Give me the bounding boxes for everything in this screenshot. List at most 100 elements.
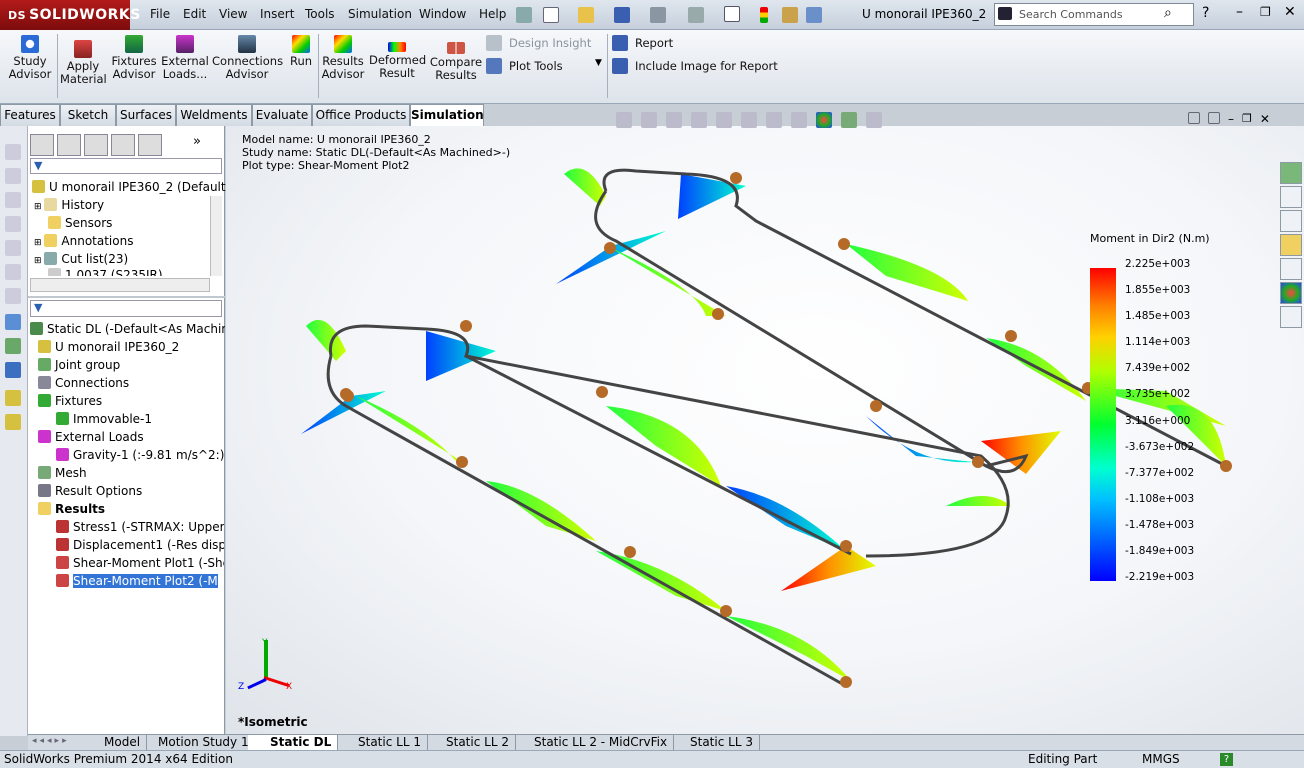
dimxpert-tab-icon[interactable] — [111, 134, 135, 156]
study-tree-item[interactable]: Joint group — [34, 356, 224, 374]
menu-simulation[interactable]: Simulation — [348, 7, 412, 21]
menu-tools[interactable]: Tools — [305, 7, 335, 21]
tree-filter-input[interactable]: ▼ — [30, 158, 222, 174]
tab-motion-study-1[interactable]: Motion Study 1 — [152, 735, 256, 751]
study-tree-item[interactable]: Mesh — [34, 464, 224, 482]
structural-member-icon[interactable] — [5, 414, 21, 430]
design-insight-button[interactable]: Design Insight — [509, 36, 591, 50]
tab-simulation[interactable]: Simulation — [410, 104, 484, 126]
display-manager-tab-icon[interactable] — [138, 134, 162, 156]
apply-material-button[interactable]: Apply Material — [60, 40, 107, 86]
configurationmanager-tab-icon[interactable] — [84, 134, 108, 156]
scene-icon[interactable] — [5, 264, 21, 280]
options-icon[interactable] — [806, 7, 822, 23]
solidworks-resources-icon[interactable] — [1280, 162, 1302, 184]
view-settings-icon[interactable] — [5, 288, 21, 304]
tree-item-material[interactable]: 1.0037 (S235JR) — [48, 266, 163, 276]
viewport-split-icon[interactable] — [1208, 112, 1220, 124]
tab-static-ll-1[interactable]: Static LL 1 — [336, 735, 428, 751]
run-button[interactable]: Run — [285, 35, 317, 68]
app-logo[interactable]: DS SOLIDWORKS — [0, 0, 140, 30]
print-icon[interactable] — [650, 7, 666, 23]
tree-vertical-scrollbar[interactable] — [210, 196, 222, 276]
display-style-icon[interactable] — [766, 112, 782, 128]
close-icon[interactable]: ✕ — [1284, 4, 1296, 20]
external-loads-button[interactable]: External Loads... — [160, 35, 210, 81]
new-document-icon[interactable] — [543, 7, 559, 23]
dynamic-annotation-icon[interactable] — [716, 112, 732, 128]
study-tree-item[interactable]: Connections — [34, 374, 224, 392]
expand-panel-icon[interactable]: » — [193, 134, 201, 156]
section-view-icon[interactable] — [5, 168, 21, 184]
tree-item-sensors[interactable]: Sensors — [48, 214, 112, 232]
viewport-close-icon[interactable]: ✕ — [1260, 112, 1270, 126]
connections-advisor-button[interactable]: Connections Advisor — [212, 35, 283, 81]
tab-model[interactable]: Model — [98, 735, 148, 751]
section-view-icon[interactable] — [691, 112, 707, 128]
tree-horizontal-scrollbar[interactable] — [30, 278, 210, 292]
study-tree-item[interactable]: Gravity-1 (:-9.81 m/s^2:) — [34, 446, 224, 464]
tab-static-ll-2-midcrvfix[interactable]: Static LL 2 - MidCrvFix — [512, 735, 675, 751]
study-tree-item[interactable]: Shear-Moment Plot1 (-She — [34, 554, 224, 572]
display-style-icon[interactable] — [5, 192, 21, 208]
units-selector[interactable]: MMGS — [1142, 751, 1180, 768]
study-filter-input[interactable]: ▼ — [30, 300, 222, 317]
tab-scroll-arrows-icon[interactable]: ◂◂◂▸▸ — [32, 736, 70, 746]
plot-tools-button[interactable]: Plot Tools — [509, 59, 563, 73]
minimize-icon[interactable]: – — [1236, 4, 1243, 20]
save-icon[interactable] — [614, 7, 630, 23]
viewport-restore-icon[interactable]: ❐ — [1242, 112, 1252, 126]
part-root-item[interactable]: U monorail IPE360_2 (Default< — [32, 178, 236, 196]
study-tree-item[interactable]: Results — [34, 500, 224, 518]
help-icon[interactable]: ? — [1202, 5, 1209, 21]
plot-tools-dropdown-icon[interactable]: ▼ — [595, 58, 602, 68]
study-tree-item[interactable]: Shear-Moment Plot2 (-M — [34, 572, 224, 590]
appearances-icon[interactable] — [1280, 282, 1302, 304]
edit-appearance-icon[interactable] — [5, 240, 21, 256]
menu-edit[interactable]: Edit — [183, 7, 206, 21]
view-settings-icon[interactable] — [866, 112, 882, 128]
tab-office-products[interactable]: Office Products — [312, 104, 410, 126]
tab-static-ll-3[interactable]: Static LL 3 — [668, 735, 760, 751]
tab-features[interactable]: Features — [0, 104, 60, 126]
hide-show-items-icon[interactable] — [791, 112, 807, 128]
study-tree-item[interactable]: Immovable-1 — [34, 410, 224, 428]
apply-scene-icon[interactable] — [841, 112, 857, 128]
menu-view[interactable]: View — [219, 7, 247, 21]
previous-view-icon[interactable] — [666, 112, 682, 128]
zoom-to-fit-icon[interactable] — [616, 112, 632, 128]
viewport-minimize-icon[interactable]: – — [1228, 112, 1234, 126]
graphics-area[interactable]: Model name: U monorail IPE360_2 Study na… — [226, 126, 1304, 734]
search-icon[interactable]: ⌕ — [1164, 5, 1172, 21]
help-icon[interactable]: ? — [1220, 753, 1233, 766]
featuremanager-tab-icon[interactable] — [30, 134, 54, 156]
study-tree-item[interactable]: Result Options — [34, 482, 224, 500]
study-root-item[interactable]: Static DL (-Default<As Machined — [30, 320, 225, 338]
results-advisor-button[interactable]: Results Advisor — [320, 35, 366, 81]
tab-static-dl[interactable]: Static DL — [248, 735, 339, 751]
edit-appearance-icon[interactable] — [816, 112, 832, 128]
zoom-to-area-icon[interactable] — [641, 112, 657, 128]
tab-static-ll-2[interactable]: Static LL 2 — [424, 735, 516, 751]
menu-insert[interactable]: Insert — [260, 7, 294, 21]
tab-weldments[interactable]: Weldments — [176, 104, 252, 126]
report-button[interactable]: Report — [635, 36, 673, 50]
restore-icon[interactable]: ❐ — [1260, 5, 1271, 19]
rebuild-traffic-light-icon[interactable] — [760, 7, 768, 23]
pin-icon[interactable] — [516, 7, 532, 23]
tab-surfaces[interactable]: Surfaces — [116, 104, 176, 126]
compare-results-button[interactable]: Compare Results — [429, 42, 483, 82]
hide-show-icon[interactable] — [5, 216, 21, 232]
weldment-icon[interactable] — [5, 390, 21, 406]
undo-icon[interactable] — [688, 7, 704, 23]
select-cursor-icon[interactable] — [724, 6, 740, 22]
file-explorer-icon[interactable] — [1280, 234, 1302, 256]
view-orientation-icon[interactable] — [741, 112, 757, 128]
tree-item-annotations[interactable]: ⊞ Annotations — [34, 232, 133, 250]
tab-evaluate[interactable]: Evaluate — [252, 104, 312, 126]
study-advisor-button[interactable]: Study Advisor — [6, 35, 54, 81]
custom-properties-icon[interactable] — [1280, 306, 1302, 328]
propertymanager-tab-icon[interactable] — [57, 134, 81, 156]
smart-dimension-icon[interactable] — [5, 338, 21, 354]
study-tree-item[interactable]: Displacement1 (-Res disp- — [34, 536, 224, 554]
